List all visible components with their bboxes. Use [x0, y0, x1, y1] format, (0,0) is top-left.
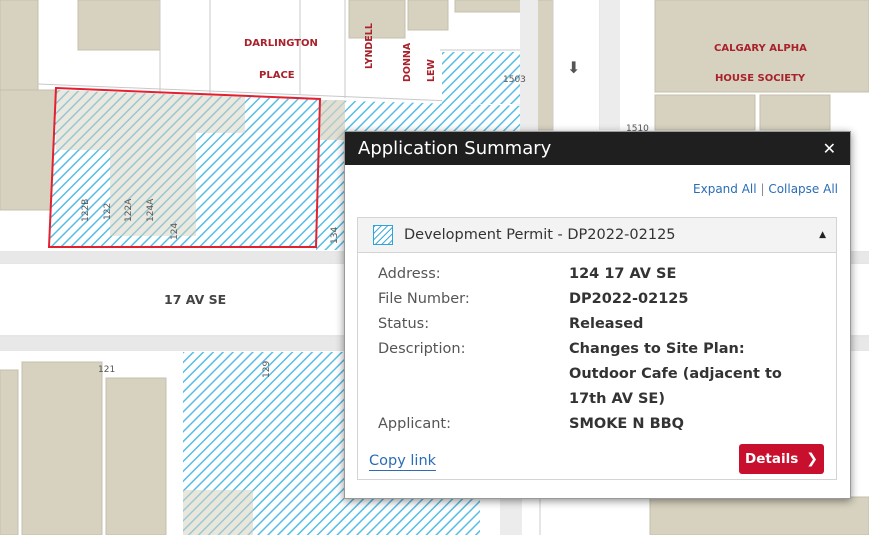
expand-collapse-controls: Expand All | Collapse All [693, 182, 838, 196]
permit-panel-title: Development Permit - DP2022-02125 [404, 227, 676, 243]
copy-link[interactable]: Copy link [369, 453, 437, 471]
expand-all-link[interactable]: Expand All [693, 182, 757, 196]
field-label: File Number: [378, 291, 470, 307]
label-lew: LEW [426, 58, 437, 82]
label-darlington: DARLINGTON [244, 38, 318, 49]
permit-panel-header[interactable]: Development Permit - DP2022-02125 ▲ [358, 218, 836, 253]
lot-number: 124 [170, 222, 180, 240]
label-place: PLACE [259, 70, 295, 81]
field-label: Status: [378, 316, 430, 332]
field-label: Applicant: [378, 416, 452, 432]
down-arrow-icon: ⬇ [567, 58, 581, 77]
permit-panel: Development Permit - DP2022-02125 ▲ Addr… [357, 217, 837, 480]
field-value: Changes to Site Plan: Outdoor Cafe (adja… [569, 341, 782, 407]
lot-number: 122B [81, 198, 91, 222]
field-value: Released [569, 316, 644, 332]
field-value: 124 17 AV SE [569, 266, 677, 282]
lot-number: 129 [262, 360, 272, 378]
popup-header: Application Summary ✕ [345, 132, 850, 165]
lot-number: 134 [330, 226, 340, 244]
label-calgary-alpha: CALGARY ALPHA [714, 43, 807, 54]
detail-row-file-number: File Number: DP2022-02125 [378, 287, 789, 312]
details-button-label: Details [745, 451, 799, 467]
field-label: Description: [378, 341, 466, 357]
label-lyndell: LYNDELL [364, 23, 375, 69]
lot-number: 122 [103, 202, 113, 220]
lot-number: 121 [98, 365, 116, 375]
detail-row-applicant: Applicant: SMOKE N BBQ [378, 412, 789, 437]
details-button[interactable]: Details ❯ [739, 444, 824, 474]
street-label-17-av-se: 17 AV SE [164, 292, 227, 307]
close-icon[interactable]: ✕ [823, 139, 836, 158]
application-summary-popup: Application Summary ✕ Expand All | Colla… [344, 131, 851, 499]
chevron-right-icon: ❯ [806, 451, 818, 467]
label-house-society: HOUSE SOCIETY [715, 73, 806, 84]
hatched-permit-icon [373, 225, 393, 245]
field-value: SMOKE N BBQ [569, 416, 685, 432]
detail-row-address: Address: 124 17 AV SE [378, 262, 789, 287]
lot-number: 122A [124, 198, 134, 222]
permit-details-table: Address: 124 17 AV SE File Number: DP202… [378, 262, 789, 437]
separator: | [760, 182, 765, 196]
label-donna: DONNA [402, 42, 413, 82]
lot-number: 124A [146, 198, 156, 222]
popup-title: Application Summary [358, 138, 552, 159]
collapse-all-link[interactable]: Collapse All [768, 182, 838, 196]
detail-row-status: Status: Released [378, 312, 789, 337]
lot-number: 1503 [503, 75, 526, 85]
collapse-caret-icon[interactable]: ▲ [819, 230, 826, 240]
field-value: DP2022-02125 [569, 291, 689, 307]
field-label: Address: [378, 266, 441, 282]
detail-row-description: Description: Changes to Site Plan: Outdo… [378, 337, 789, 412]
